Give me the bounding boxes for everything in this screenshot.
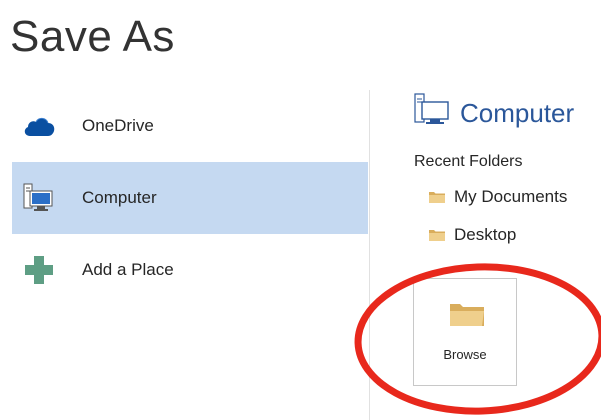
location-header: Computer bbox=[414, 93, 574, 132]
folder-icon bbox=[428, 228, 446, 242]
recent-folder-my-documents[interactable]: My Documents bbox=[428, 187, 567, 207]
folder-icon bbox=[428, 190, 446, 204]
browse-label: Browse bbox=[443, 347, 487, 362]
page-title: Save As bbox=[10, 12, 175, 61]
recent-folders-heading: Recent Folders bbox=[414, 153, 523, 170]
plus-icon bbox=[22, 254, 56, 286]
place-label: Computer bbox=[82, 188, 157, 207]
computer-icon bbox=[22, 182, 56, 214]
cloud-icon bbox=[22, 110, 56, 142]
place-label: Add a Place bbox=[82, 260, 174, 279]
folder-label: My Documents bbox=[454, 187, 568, 206]
computer-icon bbox=[414, 93, 450, 132]
folder-label: Desktop bbox=[454, 225, 517, 244]
browse-button[interactable]: Browse bbox=[413, 278, 517, 386]
places-list: OneDrive Computer Add a Place bbox=[12, 90, 368, 306]
place-item-add-a-place[interactable]: Add a Place bbox=[12, 234, 368, 306]
place-item-computer[interactable]: Computer bbox=[12, 162, 368, 234]
location-title: Computer bbox=[460, 97, 575, 128]
folder-icon bbox=[448, 302, 486, 328]
panel-divider bbox=[369, 90, 370, 420]
place-item-onedrive[interactable]: OneDrive bbox=[12, 90, 368, 162]
recent-folder-desktop[interactable]: Desktop bbox=[428, 225, 516, 245]
place-label: OneDrive bbox=[82, 116, 154, 135]
